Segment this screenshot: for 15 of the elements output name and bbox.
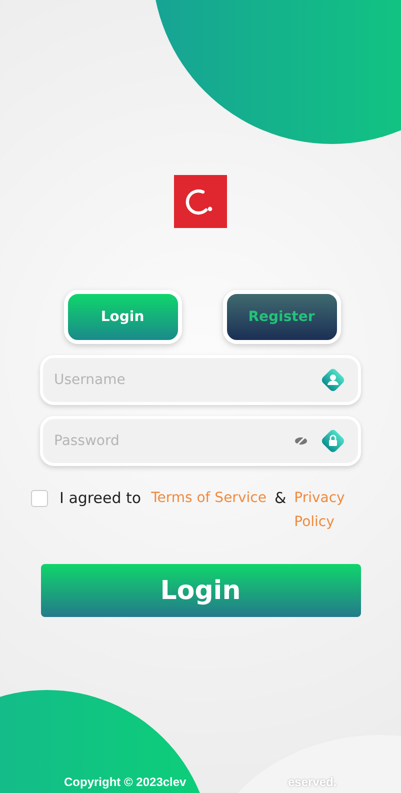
password-field[interactable]: Password xyxy=(40,416,361,466)
privacy-link[interactable]: Privacy Policy xyxy=(294,486,350,534)
username-input[interactable]: Username xyxy=(54,372,310,388)
password-input[interactable]: Password xyxy=(54,433,284,449)
username-field[interactable]: Username xyxy=(40,355,361,405)
tab[interactable]: Register xyxy=(222,290,340,344)
login-button[interactable]: Login xyxy=(40,564,360,617)
ampersand-label: & xyxy=(274,488,286,509)
eye-hidden-icon[interactable] xyxy=(294,435,308,447)
copyright-text: Copyright © 2023clev xyxy=(64,775,186,789)
logo-icon xyxy=(174,175,227,228)
agree-label: I agreed to xyxy=(60,488,142,509)
terms-link[interactable]: Terms of Service xyxy=(151,486,266,510)
tab[interactable]: Login xyxy=(64,290,182,344)
agree-checkbox[interactable] xyxy=(30,490,48,507)
